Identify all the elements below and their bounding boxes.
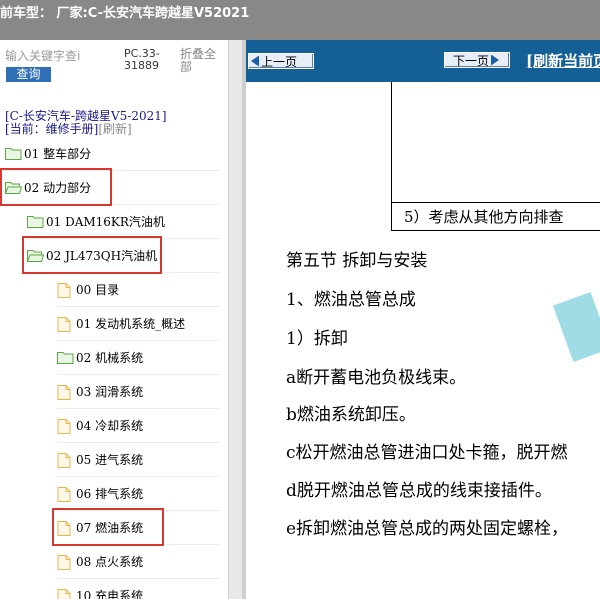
tree-separator	[57, 476, 220, 477]
doc-line: e拆卸燃油总管总成的两处固定螺栓，	[286, 519, 569, 539]
arrow-left-icon	[251, 55, 259, 67]
arrow-right-icon	[491, 54, 499, 66]
table-cell-text: 5）考虑从其他方向排查	[404, 208, 564, 226]
refresh-current-page-link[interactable]: [刷新当前页	[526, 50, 600, 71]
doc-line: 1、燃油总管总成	[286, 290, 416, 310]
file-icon	[57, 316, 73, 332]
highlight-box	[52, 508, 164, 546]
tree-item-label: 06 排气系统	[76, 486, 144, 501]
tree-separator	[57, 442, 220, 443]
prev-page-label: 上一页	[261, 54, 298, 69]
folder-icon	[27, 215, 44, 228]
doc-line: b燃油系统卸压。	[286, 405, 416, 425]
tree-item-label: 00 目录	[76, 282, 120, 297]
current-manual-label: [当前：维修手册]	[5, 122, 99, 136]
tree-item[interactable]: 00 目录	[57, 280, 119, 298]
tree-item-label: 05 进气系统	[76, 452, 144, 467]
file-icon	[57, 486, 73, 502]
highlight-box	[0, 168, 112, 206]
tree-item-label: 03 润滑系统	[76, 384, 144, 399]
doc-line: a断开蓄电池负极线束。	[286, 368, 467, 388]
tree-item[interactable]: 06 排气系统	[57, 484, 143, 502]
file-icon	[57, 554, 73, 570]
tree-item-label: 02 机械系统	[76, 350, 144, 365]
doc-line: c松开燃油总管进油口处卡箍，脱开燃	[286, 443, 568, 463]
watermark-graphic	[552, 291, 600, 363]
file-icon	[57, 418, 73, 434]
tree-item-label: 01 发动机系统_概述	[76, 316, 186, 331]
tree-item[interactable]: 02 机械系统	[57, 348, 143, 366]
tree-separator	[57, 578, 220, 579]
file-icon	[57, 452, 73, 468]
document-page: 5）考虑从其他方向排查 第五节 拆卸与安装 1、燃油总管总成 1）拆卸 a断开蓄电池负…	[246, 82, 600, 599]
next-page-button[interactable]: 下一页	[444, 52, 510, 68]
left-scrollbar[interactable]	[228, 40, 243, 599]
current-line: [当前：维修手册][刷新]	[5, 123, 132, 136]
tree-item-label: 01 DAM16KR汽油机	[46, 214, 165, 229]
search-button[interactable]: 查询	[6, 67, 51, 82]
tree-item-label: 10 充电系统	[76, 588, 144, 599]
next-page-label: 下一页	[452, 53, 489, 68]
doc-line: d脱开燃油总管总成的线束接插件。	[286, 481, 552, 501]
tree-separator	[57, 340, 220, 341]
file-icon	[57, 588, 73, 599]
folder-icon	[57, 351, 74, 364]
tree-item[interactable]: 10 充电系统	[57, 586, 143, 599]
left-panel: 查询 PC.33-31889 折叠全部 [C-长安汽车-跨越星V5-2021] …	[0, 40, 228, 599]
tree-item[interactable]: 05 进气系统	[57, 450, 143, 468]
tree-item-label: 01 整车部分	[24, 146, 92, 161]
pc-code: PC.33-31889	[124, 47, 160, 72]
tree-item[interactable]: 04 冷却系统	[57, 416, 143, 434]
doc-table: 5）考虑从其他方向排查	[391, 82, 600, 231]
tree-item[interactable]: 03 润滑系统	[57, 382, 143, 400]
file-icon	[57, 384, 73, 400]
tree-item-label: 08 点火系统	[76, 554, 144, 569]
doc-line: 1）拆卸	[286, 329, 348, 349]
folder-icon	[5, 147, 22, 160]
tree-item[interactable]: 08 点火系统	[57, 552, 143, 570]
doc-line: 第五节 拆卸与安装	[286, 251, 428, 271]
tree-item-label: 04 冷却系统	[76, 418, 144, 433]
tree-refresh-link[interactable]: [刷新]	[98, 122, 131, 136]
search-input[interactable]	[5, 48, 117, 64]
table-row-line	[392, 202, 600, 203]
tree-separator	[57, 408, 220, 409]
file-icon	[57, 282, 73, 298]
window-title: 前车型： 厂家:C-长安汽车跨越星V52021	[0, 6, 250, 21]
title-bar: 前车型： 厂家:C-长安汽车跨越星V52021	[0, 0, 600, 40]
tree-separator	[57, 306, 220, 307]
prev-page-button[interactable]: 上一页	[248, 53, 314, 69]
highlight-box	[22, 236, 162, 274]
collapse-all-link[interactable]: 折叠全部	[180, 48, 224, 74]
tree-item[interactable]: 01 整车部分	[5, 144, 91, 162]
tree-separator	[57, 374, 220, 375]
tree-item[interactable]: 01 DAM16KR汽油机	[27, 212, 165, 230]
document-toolbar: 上一页 下一页 [刷新当前页	[246, 40, 600, 82]
tree-item[interactable]: 01 发动机系统_概述	[57, 314, 185, 332]
